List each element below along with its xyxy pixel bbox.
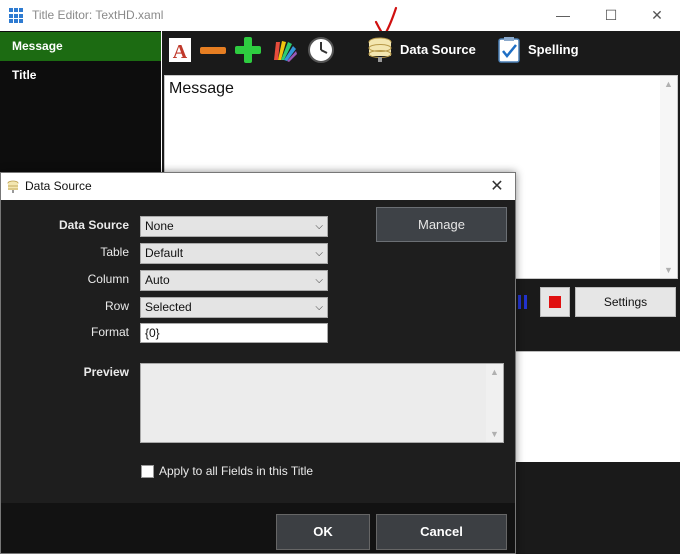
chevron-down-icon: ⌵ (315, 221, 323, 232)
dialog-footer: OK Cancel (1, 503, 515, 553)
row-field-label: Row (104, 299, 129, 313)
chevron-down-icon: ⌵ (315, 275, 323, 286)
column-select-value: Auto (145, 273, 170, 287)
pause-icon (518, 295, 527, 309)
app-grid-icon (9, 8, 25, 24)
sidebar-item-message[interactable]: Message (0, 32, 161, 61)
preview-label: Preview (83, 365, 129, 379)
format-input[interactable]: {0} (140, 323, 328, 343)
format-field-label: Format (90, 325, 129, 339)
table-select-value: Default (145, 246, 184, 260)
table-select[interactable]: Default ⌵ (140, 243, 328, 264)
plus-icon[interactable] (234, 36, 262, 64)
apply-all-checkbox[interactable] (141, 465, 154, 478)
manage-button[interactable]: Manage (376, 207, 507, 242)
stop-icon (549, 296, 561, 308)
scroll-up-icon[interactable]: ▲ (664, 79, 673, 89)
color-palette-icon[interactable] (270, 36, 298, 64)
close-button[interactable]: ✕ (634, 0, 680, 31)
data-source-select[interactable]: None ⌵ (140, 216, 328, 237)
scroll-down-icon[interactable]: ▼ (664, 265, 673, 275)
data-source-field-label: Data Source (58, 218, 129, 232)
clock-icon[interactable] (307, 36, 335, 64)
window-title: Title Editor: TextHD.xaml (32, 8, 164, 22)
scroll-down-icon[interactable]: ▼ (490, 429, 499, 439)
editor-text: Message (169, 80, 234, 97)
maximize-button[interactable]: ☐ (588, 0, 634, 31)
preview-textarea[interactable]: ▲ ▼ (140, 363, 504, 443)
toolbar: A Data Source Spelling (162, 31, 680, 69)
ok-button[interactable]: OK (276, 514, 370, 550)
data-source-select-value: None (145, 219, 174, 233)
dialog-titlebar: Data Source ✕ (1, 173, 515, 200)
chevron-down-icon: ⌵ (315, 248, 323, 259)
chevron-down-icon: ⌵ (315, 302, 323, 313)
row-select-value: Selected (145, 300, 192, 314)
scroll-up-icon[interactable]: ▲ (490, 367, 499, 377)
screen: Title Editor: TextHD.xaml — ☐ ✕ Message … (0, 0, 680, 554)
row-select[interactable]: Selected ⌵ (140, 297, 328, 318)
sidebar-item-title[interactable]: Title (0, 61, 161, 90)
dialog-close-button[interactable]: ✕ (485, 174, 509, 199)
table-field-label: Table (100, 245, 129, 259)
stop-button[interactable] (540, 287, 570, 317)
database-icon (7, 180, 19, 193)
cancel-button[interactable]: Cancel (376, 514, 507, 550)
apply-all-label[interactable]: Apply to all Fields in this Title (159, 464, 313, 478)
minus-icon[interactable] (199, 36, 227, 64)
settings-button[interactable]: Settings (575, 287, 676, 317)
dialog-body: Data Source None ⌵ Table Default ⌵ Colum… (1, 200, 515, 503)
spelling-label[interactable]: Spelling (528, 42, 579, 57)
database-icon[interactable] (366, 36, 394, 64)
data-source-dialog: Data Source ✕ Data Source None ⌵ Table D… (0, 172, 516, 554)
svg-text:A: A (173, 41, 188, 63)
preview-scrollbar[interactable]: ▲ ▼ (486, 364, 503, 442)
column-field-label: Column (87, 272, 129, 286)
column-select[interactable]: Auto ⌵ (140, 270, 328, 291)
minimize-button[interactable]: — (540, 0, 586, 31)
dialog-title: Data Source (25, 179, 92, 193)
editor-scrollbar[interactable]: ▲ ▼ (660, 76, 677, 278)
font-icon[interactable]: A (166, 36, 194, 64)
data-source-label[interactable]: Data Source (400, 42, 476, 57)
main-window-titlebar: Title Editor: TextHD.xaml — ☐ ✕ (0, 0, 680, 31)
spellcheck-icon[interactable] (495, 36, 523, 64)
